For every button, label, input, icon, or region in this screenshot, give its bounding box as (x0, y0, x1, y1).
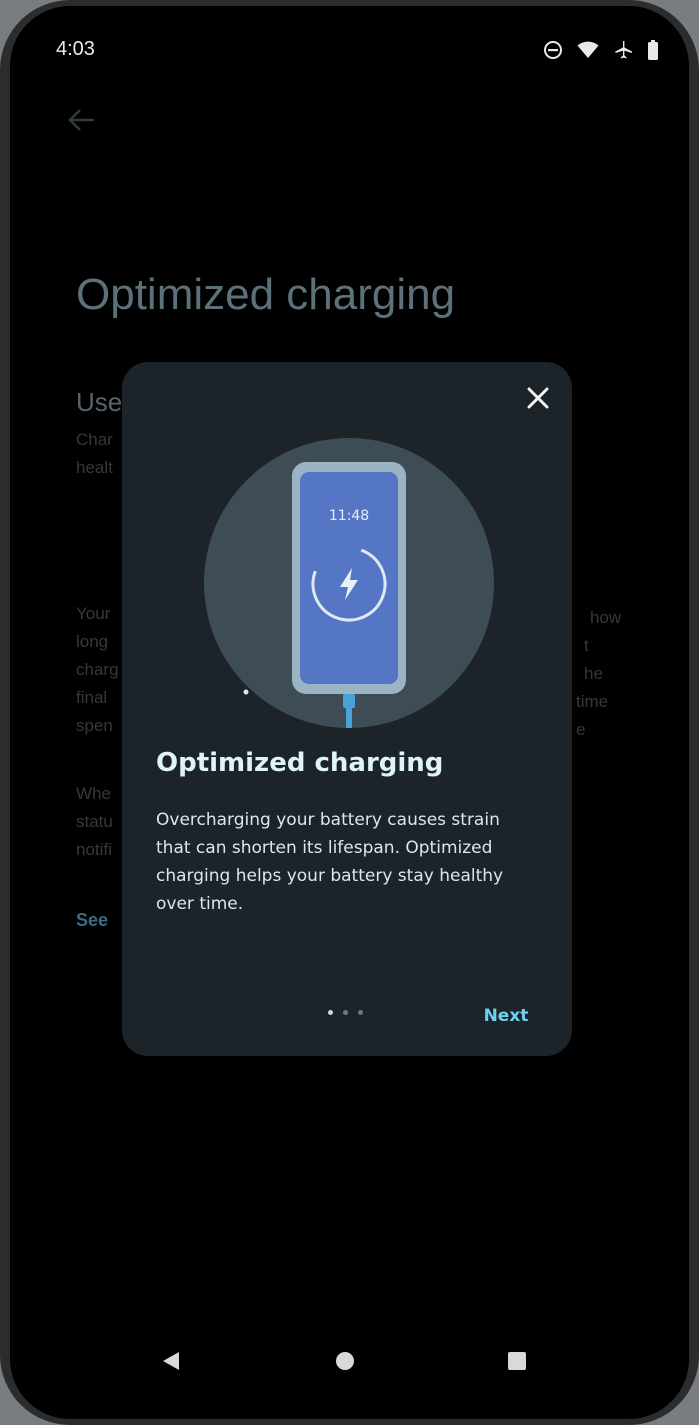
back-icon (159, 1349, 183, 1377)
phone-time-text: 11:48 (329, 508, 369, 524)
phone-frame: 4:03 Optimized charging Use Char healt Y… (0, 0, 699, 1425)
back-arrow-icon[interactable] (68, 108, 98, 132)
page-dot (328, 1010, 333, 1015)
description-line-right: how (590, 608, 622, 627)
nav-home-button[interactable] (320, 1338, 370, 1388)
description-line: notifi (76, 840, 112, 859)
next-button[interactable]: Next (474, 1000, 538, 1032)
charging-illustration: 11:48 (204, 438, 494, 728)
setting-subtitle-line: healt (76, 458, 113, 477)
description-line: long (76, 632, 109, 651)
page-dot (343, 1010, 348, 1015)
setting-subtitle-line: Char (76, 430, 113, 449)
home-icon (333, 1349, 357, 1377)
description-line-right: e (576, 720, 586, 739)
page-title: Optimized charging (76, 270, 456, 319)
optimized-charging-dialog: 11:48 Optimized charging Overcharging yo… (122, 362, 572, 1056)
use-optimized-charging-label: Use (76, 387, 123, 417)
recents-icon (505, 1349, 529, 1377)
description-line-right: time (576, 692, 609, 711)
page-dot (358, 1010, 363, 1015)
description-line: final (76, 688, 108, 707)
nav-back-button[interactable] (146, 1338, 196, 1388)
description-line: spen (76, 716, 113, 735)
dialog-title: Optimized charging (156, 748, 444, 778)
close-button[interactable] (518, 380, 558, 420)
description-line: charg (76, 660, 119, 679)
dialog-body: Overcharging your battery causes strain … (156, 810, 504, 914)
screen: 4:03 Optimized charging Use Char healt Y… (10, 6, 689, 1419)
description-line: Whe (76, 784, 111, 803)
close-icon (527, 387, 549, 413)
description-line-right: he (584, 664, 603, 683)
description-line: statu (76, 812, 113, 831)
see-more-link[interactable]: See (76, 906, 108, 934)
nav-recents-button[interactable] (492, 1338, 542, 1388)
navigation-bar (10, 1326, 689, 1416)
page-indicator (328, 1010, 363, 1015)
description-line-right: t (584, 636, 589, 655)
description-line: Your (76, 604, 111, 623)
